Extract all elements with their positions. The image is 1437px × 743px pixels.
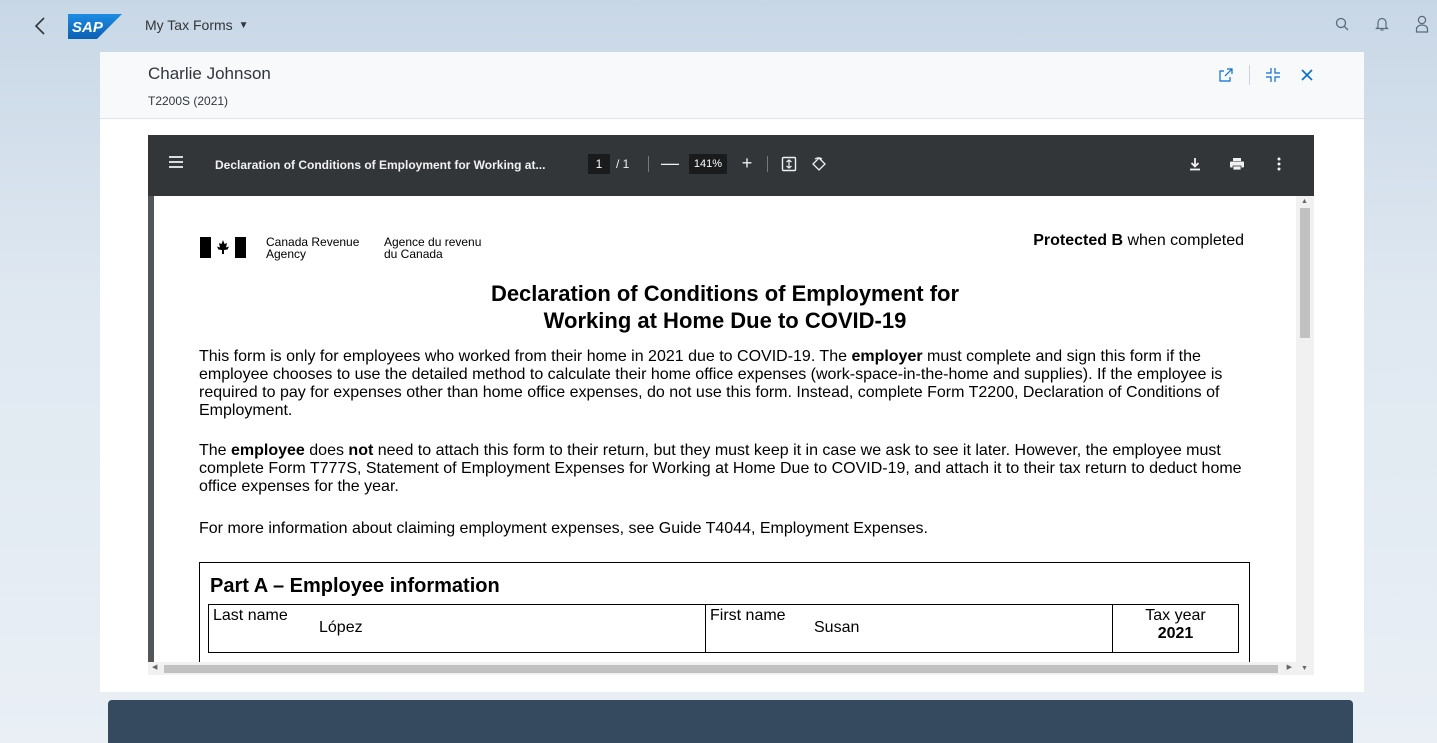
print-icon[interactable] xyxy=(1228,155,1246,173)
toolbar-divider xyxy=(648,155,649,172)
first-name-value: Susan xyxy=(814,619,860,636)
protected-bold: Protected B xyxy=(1033,232,1124,249)
close-icon[interactable] xyxy=(1296,64,1318,86)
p2-text-d: not xyxy=(348,442,374,459)
first-name-field[interactable]: First name Susan xyxy=(706,605,1113,652)
last-name-label: Last name xyxy=(213,607,288,624)
footer-toolbar xyxy=(108,700,1353,743)
employee-paragraph: The employee does not need to attach thi… xyxy=(199,442,1259,496)
header-separator xyxy=(1249,65,1250,85)
scroll-up-icon[interactable]: ▲ xyxy=(1301,198,1308,205)
canada-flag-icon xyxy=(200,237,246,258)
p1-text-b: employer xyxy=(851,348,923,365)
shell-actions xyxy=(1333,14,1431,34)
p2-text-c: does xyxy=(304,442,349,459)
tax-year-value: 2021 xyxy=(1157,625,1194,642)
download-icon[interactable] xyxy=(1186,155,1204,173)
part-a-title: Part A – Employee information xyxy=(210,575,500,597)
caret-down-icon: ▼ xyxy=(238,19,249,31)
tax-year-label: Tax year xyxy=(1145,607,1206,624)
search-icon[interactable] xyxy=(1333,14,1351,34)
fit-page-icon[interactable] xyxy=(780,155,798,173)
last-name-value: López xyxy=(319,619,363,636)
toolbar-right-actions xyxy=(1186,155,1288,173)
zoom-in-button[interactable]: + xyxy=(739,153,755,174)
form-title-line1: Declaration of Conditions of Employment … xyxy=(490,281,960,306)
part-a-section: Part A – Employee information Last name … xyxy=(199,562,1250,670)
zoom-out-button[interactable]: — xyxy=(661,153,679,174)
page-indicator: / 1 xyxy=(588,154,629,174)
app-title: My Tax Forms xyxy=(145,17,233,33)
pdf-doc-title: Declaration of Conditions of Employment … xyxy=(215,158,546,172)
object-header: Charlie Johnson T2200S (2021) xyxy=(100,52,1364,119)
info-paragraph: For more information about claiming empl… xyxy=(199,520,928,537)
open-external-icon[interactable] xyxy=(1215,64,1237,86)
tax-year-field[interactable]: Tax year 2021 xyxy=(1113,605,1238,652)
agency-en-line2: Agency xyxy=(266,247,307,261)
p1-text-a: This form is only for employees who work… xyxy=(199,348,852,365)
vertical-scroll-thumb[interactable] xyxy=(1300,208,1310,338)
logo-text: SAP xyxy=(72,19,104,36)
sap-logo[interactable]: SAP xyxy=(68,14,122,39)
shell-bar: SAP My Tax Forms ▼ xyxy=(0,0,1437,52)
form-title: Declaration of Conditions of Employment … xyxy=(154,280,1296,334)
scroll-down-icon[interactable]: ▼ xyxy=(1301,665,1308,672)
exit-fullscreen-icon[interactable] xyxy=(1262,64,1284,86)
object-subtitle: T2200S (2021) xyxy=(148,94,229,108)
pdf-page: Canada Revenue Agency Agence du revenu d… xyxy=(154,196,1296,670)
bell-icon[interactable] xyxy=(1373,14,1391,34)
pdf-toolbar: Declaration of Conditions of Employment … xyxy=(148,135,1314,196)
p2-text-b: employee xyxy=(231,442,305,459)
protected-label: Protected B when completed xyxy=(1033,232,1244,250)
employee-info-row: Last name López First name Susan Tax yea… xyxy=(208,604,1239,653)
scroll-left-icon[interactable]: ◀ xyxy=(152,663,157,671)
form-title-line2: Working at Home Due to COVID-19 xyxy=(543,308,907,333)
horizontal-scrollbar[interactable]: ◀ ▶ xyxy=(148,662,1296,675)
agency-name-en: Canada Revenue Agency xyxy=(266,236,359,260)
page-number-input[interactable] xyxy=(588,154,610,174)
agency-name-fr: Agence du revenu du Canada xyxy=(384,236,481,260)
app-title-menu[interactable]: My Tax Forms ▼ xyxy=(145,17,249,33)
user-icon[interactable] xyxy=(1413,14,1431,34)
header-actions xyxy=(1215,64,1318,86)
protected-rest: when completed xyxy=(1123,232,1244,249)
pdf-viewer: Declaration of Conditions of Employment … xyxy=(148,135,1314,675)
horizontal-scroll-thumb[interactable] xyxy=(164,665,1278,673)
zoom-input[interactable] xyxy=(689,153,727,174)
page-total: / 1 xyxy=(616,157,630,171)
hamburger-icon[interactable] xyxy=(168,155,192,175)
object-title: Charlie Johnson xyxy=(148,64,271,83)
object-card: Charlie Johnson T2200S (2021) Declaratio… xyxy=(100,52,1364,692)
back-icon[interactable] xyxy=(30,14,50,38)
last-name-field[interactable]: Last name López xyxy=(209,605,706,652)
scroll-right-icon[interactable]: ▶ xyxy=(1287,663,1292,671)
toolbar-divider xyxy=(767,155,768,172)
intro-paragraph: This form is only for employees who work… xyxy=(199,348,1259,420)
first-name-label: First name xyxy=(710,607,786,624)
agency-fr-line2: du Canada xyxy=(384,247,443,261)
p2-text-a: The xyxy=(199,442,232,459)
rotate-icon[interactable] xyxy=(810,155,828,173)
zoom-controls: — + xyxy=(648,153,828,174)
more-icon[interactable] xyxy=(1270,155,1288,173)
vertical-scrollbar[interactable]: ▲ ▼ xyxy=(1296,196,1314,675)
